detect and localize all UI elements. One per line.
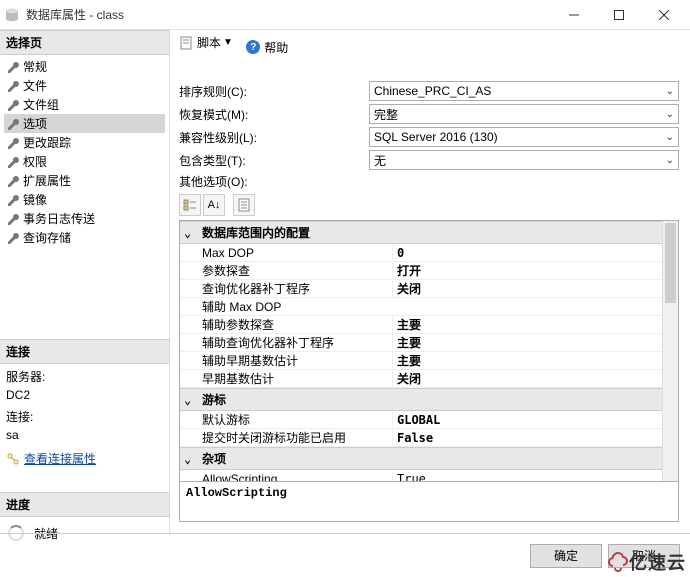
script-dropdown[interactable]: 脚本 ▼: [179, 34, 233, 51]
sidebar-item-4[interactable]: 更改跟踪: [4, 133, 165, 152]
recovery-combo[interactable]: 完整⌄: [369, 104, 679, 124]
grid-category[interactable]: ⌄杂项: [180, 447, 662, 470]
prop-value: 关闭: [392, 280, 662, 297]
grid-category[interactable]: ⌄游标: [180, 388, 662, 411]
ok-button[interactable]: 确定: [530, 544, 602, 568]
prop-value: 主要: [392, 352, 662, 369]
collation-label: 排序规则(C):: [179, 83, 369, 100]
view-connection-properties[interactable]: 查看连接属性: [6, 450, 163, 468]
compat-label: 兼容性级别(L):: [179, 129, 369, 146]
script-icon: [179, 36, 193, 50]
collapse-icon: ⌄: [184, 226, 198, 240]
grid-row[interactable]: 辅助查询优化器补丁程序主要: [180, 334, 662, 352]
connection-icon: [6, 452, 20, 466]
minimize-button[interactable]: [551, 1, 596, 29]
grid-row[interactable]: 辅助早期基数估计主要: [180, 352, 662, 370]
sidebar-item-6[interactable]: 扩展属性: [4, 171, 165, 190]
sidebar-item-7[interactable]: 镜像: [4, 190, 165, 209]
prop-name: 辅助查询优化器补丁程序: [180, 334, 392, 351]
wrench-icon: [6, 155, 20, 169]
help-button[interactable]: ? 帮助: [246, 39, 288, 56]
wrench-icon: [6, 136, 20, 150]
sidebar-item-8[interactable]: 事务日志传送: [4, 209, 165, 228]
server-label: 服务器:: [6, 368, 163, 386]
prop-value: 主要: [392, 316, 662, 333]
wrench-icon: [6, 60, 20, 74]
wrench-icon: [6, 79, 20, 93]
prop-name: 参数探查: [180, 262, 392, 279]
cloud-icon: [607, 550, 631, 574]
prop-name: 查询优化器补丁程序: [180, 280, 392, 297]
sidebar-item-0[interactable]: 常规: [4, 57, 165, 76]
chevron-down-icon: ⌄: [666, 132, 674, 143]
maximize-button[interactable]: [596, 1, 641, 29]
grid-row[interactable]: 默认游标GLOBAL: [180, 411, 662, 429]
prop-value: 0: [392, 246, 662, 260]
categorize-button[interactable]: [179, 194, 201, 216]
chevron-down-icon: ▼: [223, 37, 233, 48]
alphabetical-button[interactable]: A↓: [203, 194, 225, 216]
contain-combo[interactable]: 无⌄: [369, 150, 679, 170]
properties-button[interactable]: [233, 194, 255, 216]
prop-value: 打开: [392, 262, 662, 279]
wrench-icon: [6, 98, 20, 112]
grid-row[interactable]: 提交时关闭游标功能已启用False: [180, 429, 662, 447]
watermark: 亿速云: [607, 549, 686, 575]
conn-value: sa: [6, 426, 163, 444]
conn-label: 连接:: [6, 408, 163, 426]
grid-row[interactable]: 辅助 Max DOP: [180, 298, 662, 316]
property-description: AllowScripting: [179, 482, 679, 522]
prop-name: AllowScripting: [180, 472, 392, 483]
prop-name: Max DOP: [180, 246, 392, 260]
prop-name: 辅助早期基数估计: [180, 352, 392, 369]
window-title: 数据库属性 - class: [26, 6, 551, 23]
collation-combo[interactable]: Chinese_PRC_CI_AS⌄: [369, 81, 679, 101]
prop-name: 辅助参数探查: [180, 316, 392, 333]
sidebar-item-1[interactable]: 文件: [4, 76, 165, 95]
prop-value: 关闭: [392, 370, 662, 387]
contain-label: 包含类型(T):: [179, 152, 369, 169]
prop-name: 默认游标: [180, 411, 392, 428]
wrench-icon: [6, 231, 20, 245]
connection-header: 连接: [0, 339, 169, 364]
wrench-icon: [6, 174, 20, 188]
sidebar-item-5[interactable]: 权限: [4, 152, 165, 171]
grid-row[interactable]: Max DOP0: [180, 244, 662, 262]
grid-row[interactable]: 辅助参数探查主要: [180, 316, 662, 334]
prop-name: 辅助 Max DOP: [180, 298, 392, 315]
grid-scrollbar[interactable]: [662, 221, 678, 481]
grid-row[interactable]: 早期基数估计关闭: [180, 370, 662, 388]
sidebar-item-9[interactable]: 查询存储: [4, 228, 165, 247]
wrench-icon: [6, 117, 20, 131]
close-button[interactable]: [641, 1, 686, 29]
grid-category[interactable]: ⌄数据库范围内的配置: [180, 221, 662, 244]
chevron-down-icon: ⌄: [666, 155, 674, 166]
prop-name: 提交时关闭游标功能已启用: [180, 429, 392, 446]
other-options-label: 其他选项(O):: [179, 173, 369, 190]
help-icon: ?: [246, 40, 260, 54]
grid-row[interactable]: 参数探查打开: [180, 262, 662, 280]
chevron-down-icon: ⌄: [666, 86, 674, 97]
wrench-icon: [6, 193, 20, 207]
select-page-header: 选择页: [0, 30, 169, 55]
sidebar-item-2[interactable]: 文件组: [4, 95, 165, 114]
compat-combo[interactable]: SQL Server 2016 (130)⌄: [369, 127, 679, 147]
prop-value: True: [392, 472, 662, 483]
collapse-icon: ⌄: [184, 452, 198, 466]
prop-value: 主要: [392, 334, 662, 351]
property-grid[interactable]: ⌄数据库范围内的配置Max DOP0参数探查打开查询优化器补丁程序关闭辅助 Ma…: [179, 220, 679, 482]
database-icon: [4, 7, 20, 23]
prop-value: GLOBAL: [392, 413, 662, 427]
prop-name: 早期基数估计: [180, 370, 392, 387]
recovery-label: 恢复模式(M):: [179, 106, 369, 123]
grid-row[interactable]: AllowScriptingTrue: [180, 470, 662, 482]
collapse-icon: ⌄: [184, 393, 198, 407]
chevron-down-icon: ⌄: [666, 109, 674, 120]
server-value: DC2: [6, 386, 163, 404]
prop-value: False: [392, 431, 662, 445]
grid-row[interactable]: 查询优化器补丁程序关闭: [180, 280, 662, 298]
wrench-icon: [6, 212, 20, 226]
progress-header: 进度: [0, 492, 169, 517]
sidebar-item-3[interactable]: 选项: [4, 114, 165, 133]
